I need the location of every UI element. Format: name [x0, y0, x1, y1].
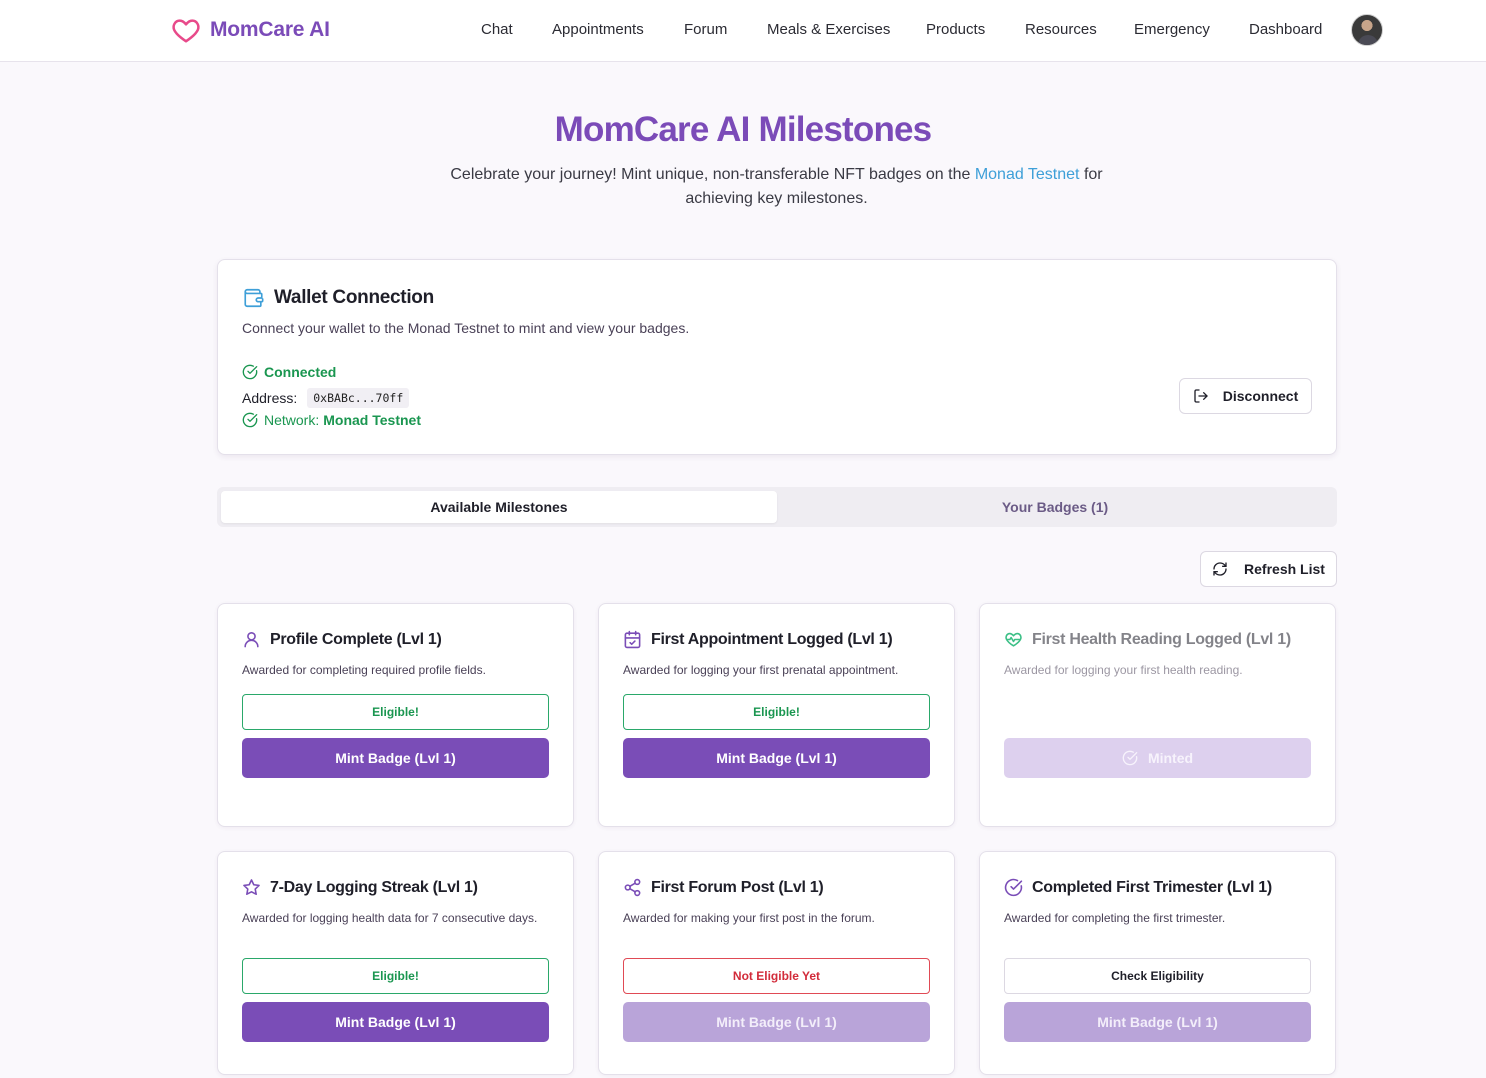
milestone-card: Completed First Trimester (Lvl 1) Awarde… [979, 851, 1336, 1075]
address-label: Address: [242, 390, 298, 406]
mint-badge-button[interactable]: Mint Badge (Lvl 1) [242, 738, 549, 778]
milestone-header: First Appointment Logged (Lvl 1) [623, 630, 893, 649]
milestone-title: Completed First Trimester (Lvl 1) [1032, 878, 1272, 896]
nav-dashboard[interactable]: Dashboard [1249, 21, 1322, 38]
connection-status: Connected [242, 364, 336, 380]
user-icon [244, 631, 259, 648]
check-eligibility-button[interactable]: Check Eligibility [1004, 958, 1311, 994]
wallet-card-header: Wallet Connection [242, 287, 434, 309]
milestone-header: 7-Day Logging Streak (Lvl 1) [242, 878, 478, 897]
brand-logo[interactable]: MomCare AI [170, 15, 330, 45]
share-icon [624, 878, 641, 897]
nav-emergency[interactable]: Emergency [1134, 21, 1210, 38]
milestone-card: First Health Reading Logged (Lvl 1) Awar… [979, 603, 1336, 827]
mint-badge-button[interactable]: Mint Badge (Lvl 1) [1004, 1002, 1311, 1042]
milestone-description: Awarded for logging your first prenatal … [623, 663, 899, 677]
nav-meals-exercises[interactable]: Meals & Exercises [767, 21, 890, 38]
check-circle-icon [1004, 878, 1023, 897]
network-status: Network: Monad Testnet [242, 412, 421, 428]
wallet-icon [244, 288, 264, 308]
heart-icon [172, 19, 200, 43]
eligibility-status: Eligible! [242, 694, 549, 730]
milestone-card: 7-Day Logging Streak (Lvl 1) Awarded for… [217, 851, 574, 1075]
wallet-address-row: Address: 0xBABc...70ff [242, 388, 410, 408]
nav-forum[interactable]: Forum [684, 21, 727, 38]
milestone-description: Awarded for logging health data for 7 co… [242, 911, 538, 925]
milestone-title: 7-Day Logging Streak (Lvl 1) [270, 878, 478, 896]
milestone-header: Completed First Trimester (Lvl 1) [1004, 878, 1272, 897]
nav-chat[interactable]: Chat [481, 21, 513, 38]
top-navbar: MomCare AI Chat Appointments Forum Meals… [0, 0, 1486, 62]
wallet-connection-card: Wallet Connection Connect your wallet to… [217, 259, 1337, 455]
wallet-card-title: Wallet Connection [274, 287, 434, 308]
check-circle-icon [242, 412, 258, 428]
milestone-title: First Health Reading Logged (Lvl 1) [1032, 630, 1291, 648]
milestone-header: Profile Complete (Lvl 1) [242, 630, 442, 649]
milestone-card: First Appointment Logged (Lvl 1) Awarded… [598, 603, 955, 827]
milestone-card: Profile Complete (Lvl 1) Awarded for com… [217, 603, 574, 827]
nav-appointments[interactable]: Appointments [552, 21, 644, 38]
disconnect-button[interactable]: Disconnect [1179, 378, 1312, 414]
mint-badge-button[interactable]: Mint Badge (Lvl 1) [623, 738, 930, 778]
tab-your-badges[interactable]: Your Badges (1) [777, 491, 1333, 523]
user-avatar[interactable] [1351, 14, 1383, 46]
minted-badge-button: Minted [1004, 738, 1311, 778]
milestone-description: Awarded for logging your first health re… [1004, 663, 1243, 677]
milestone-title: First Appointment Logged (Lvl 1) [651, 630, 893, 648]
milestone-description: Awarded for completing required profile … [242, 663, 486, 677]
eligibility-status: Eligible! [623, 694, 930, 730]
milestone-title: First Forum Post (Lvl 1) [651, 878, 824, 896]
milestone-description: Awarded for completing the first trimest… [1004, 911, 1226, 925]
tab-available-milestones[interactable]: Available Milestones [221, 491, 777, 523]
milestone-title: Profile Complete (Lvl 1) [270, 630, 442, 648]
check-circle-icon [1122, 750, 1138, 766]
network-label: Network: [264, 412, 320, 428]
page-subtitle: Celebrate your journey! Mint unique, non… [433, 163, 1120, 211]
refresh-list-button[interactable]: Refresh List [1200, 551, 1337, 587]
network-name: Monad Testnet [323, 412, 421, 428]
monad-testnet-link[interactable]: Monad Testnet [975, 166, 1080, 183]
star-icon [243, 879, 260, 896]
minted-label: Minted [1147, 750, 1194, 766]
disconnect-label: Disconnect [1222, 388, 1299, 404]
refresh-label: Refresh List [1244, 561, 1325, 577]
milestone-header: First Health Reading Logged (Lvl 1) [1004, 630, 1291, 649]
nav-products[interactable]: Products [926, 21, 985, 38]
milestone-header: First Forum Post (Lvl 1) [623, 878, 824, 897]
brand-name: MomCare AI [210, 18, 330, 41]
eligibility-status: Eligible! [242, 958, 549, 994]
nav-resources[interactable]: Resources [1025, 21, 1097, 38]
heart-pulse-icon [1005, 632, 1022, 647]
milestone-description: Awarded for making your first post in th… [623, 911, 875, 925]
wallet-address: 0xBABc...70ff [307, 388, 410, 408]
check-circle-icon [242, 364, 258, 380]
milestone-tabs: Available Milestones Your Badges (1) [217, 487, 1337, 527]
eligibility-status: Not Eligible Yet [623, 958, 930, 994]
wallet-card-description: Connect your wallet to the Monad Testnet… [242, 320, 690, 336]
mint-badge-button[interactable]: Mint Badge (Lvl 1) [242, 1002, 549, 1042]
mint-badge-button[interactable]: Mint Badge (Lvl 1) [623, 1002, 930, 1042]
refresh-icon [1213, 562, 1227, 576]
page-title: MomCare AI Milestones [554, 110, 933, 149]
subtitle-text: Celebrate your journey! Mint unique, non… [450, 166, 975, 183]
calendar-check-icon [624, 630, 641, 649]
logout-icon [1194, 389, 1208, 403]
milestone-card: First Forum Post (Lvl 1) Awarded for mak… [598, 851, 955, 1075]
connection-status-text: Connected [264, 364, 337, 380]
